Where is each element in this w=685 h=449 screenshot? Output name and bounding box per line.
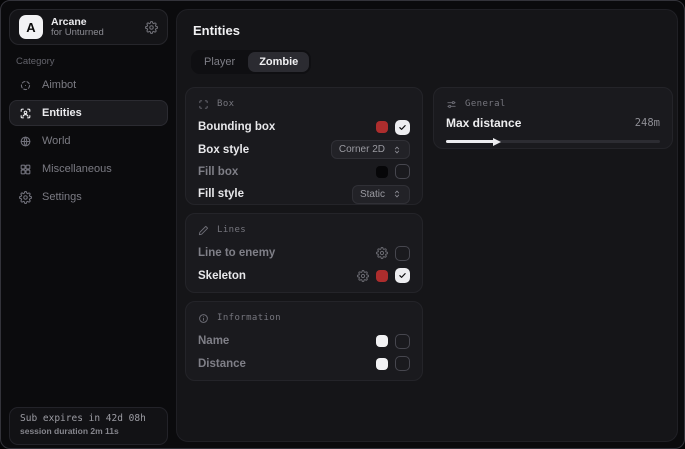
color-swatch[interactable] bbox=[376, 121, 388, 133]
max-distance-slider[interactable] bbox=[446, 140, 660, 143]
row-settings-gear-icon[interactable] bbox=[376, 247, 388, 259]
box-style-dropdown[interactable]: Corner 2D bbox=[331, 140, 410, 159]
app-subtitle: for Unturned bbox=[51, 28, 137, 39]
setting-row-bounding-box: Bounding box bbox=[198, 116, 410, 138]
crosshair-icon bbox=[19, 79, 32, 92]
tab-player[interactable]: Player bbox=[193, 52, 246, 72]
slider-thumb[interactable] bbox=[492, 137, 502, 147]
pencil-line-icon bbox=[198, 225, 209, 236]
checkbox-fill-box[interactable] bbox=[395, 164, 410, 179]
sub-expires-text: Sub expires in 42d 08h bbox=[20, 413, 157, 424]
color-swatch[interactable] bbox=[376, 166, 388, 178]
setting-row-distance: Distance bbox=[198, 352, 410, 374]
grid-icon bbox=[19, 163, 32, 176]
information-card: Information Name Distance bbox=[185, 301, 423, 381]
subscription-card: Sub expires in 42d 08h session duration … bbox=[9, 407, 168, 445]
checkbox-bounding-box[interactable] bbox=[395, 120, 410, 135]
max-distance-label: Max distance bbox=[446, 116, 521, 130]
app-logo: A bbox=[19, 15, 43, 39]
sidebar-item-label: Miscellaneous bbox=[42, 163, 112, 175]
tab-zombie[interactable]: Zombie bbox=[248, 52, 309, 72]
color-swatch[interactable] bbox=[376, 358, 388, 370]
max-distance-row: Max distance 248m bbox=[446, 116, 660, 130]
entities-scan-icon bbox=[19, 107, 32, 120]
sidebar-item-label: World bbox=[42, 135, 71, 147]
setting-row-skeleton: Skeleton bbox=[198, 264, 410, 286]
sidebar-item-aimbot[interactable]: Aimbot bbox=[9, 72, 168, 98]
sidebar: A Arcane for Unturned Category Aimbot En… bbox=[1, 1, 176, 448]
lines-card: Lines Line to enemy Skeleton bbox=[185, 213, 423, 293]
sidebar-item-label: Aimbot bbox=[42, 79, 76, 91]
sliders-icon bbox=[446, 99, 457, 110]
checkbox-skeleton[interactable] bbox=[395, 268, 410, 283]
sidebar-item-world[interactable]: World bbox=[9, 128, 168, 154]
max-distance-value: 248m bbox=[635, 117, 660, 129]
category-label: Category bbox=[16, 56, 55, 67]
slider-fill bbox=[446, 140, 497, 143]
chevron-updown-icon bbox=[392, 189, 402, 199]
session-duration-text: session duration 2m 11s bbox=[20, 426, 157, 436]
row-settings-gear-icon[interactable] bbox=[357, 270, 369, 282]
checkbox-name[interactable] bbox=[395, 334, 410, 349]
checkbox-line-to-enemy[interactable] bbox=[395, 246, 410, 261]
gear-icon bbox=[19, 191, 32, 204]
sidebar-item-settings[interactable]: Settings bbox=[9, 184, 168, 210]
app-window: A Arcane for Unturned Category Aimbot En… bbox=[0, 0, 685, 449]
card-title: Box bbox=[217, 99, 234, 109]
setting-row-name: Name bbox=[198, 330, 410, 352]
globe-icon bbox=[19, 135, 32, 148]
main-panel: Entities Player Zombie Box Bounding box … bbox=[176, 9, 678, 442]
page-title: Entities bbox=[193, 23, 240, 38]
card-title: Lines bbox=[217, 225, 246, 235]
sidebar-nav: Aimbot Entities World Miscellaneous Sett… bbox=[9, 72, 168, 212]
sidebar-item-entities[interactable]: Entities bbox=[9, 100, 168, 126]
account-settings-icon[interactable] bbox=[145, 21, 158, 34]
setting-row-fill-box: Fill box bbox=[198, 161, 410, 183]
sidebar-item-miscellaneous[interactable]: Miscellaneous bbox=[9, 156, 168, 182]
entity-tabs: Player Zombie bbox=[191, 50, 311, 74]
card-title: General bbox=[465, 99, 506, 109]
app-name: Arcane bbox=[51, 16, 137, 28]
fill-style-dropdown[interactable]: Static bbox=[352, 185, 410, 204]
box-card: Box Bounding box Box style Corner 2D Fil… bbox=[185, 87, 423, 205]
color-swatch[interactable] bbox=[376, 270, 388, 282]
card-title: Information bbox=[217, 313, 281, 323]
setting-row-line-to-enemy: Line to enemy bbox=[198, 242, 410, 264]
app-logo-card: A Arcane for Unturned bbox=[9, 9, 168, 45]
info-icon bbox=[198, 313, 209, 324]
chevron-updown-icon bbox=[392, 145, 402, 155]
sidebar-item-label: Entities bbox=[42, 107, 82, 119]
setting-row-fill-style: Fill style Static bbox=[198, 183, 410, 205]
setting-row-box-style: Box style Corner 2D bbox=[198, 138, 410, 160]
color-swatch[interactable] bbox=[376, 335, 388, 347]
sidebar-item-label: Settings bbox=[42, 191, 82, 203]
checkbox-distance[interactable] bbox=[395, 356, 410, 371]
general-card: General Max distance 248m bbox=[433, 87, 673, 149]
scan-box-icon bbox=[198, 99, 209, 110]
